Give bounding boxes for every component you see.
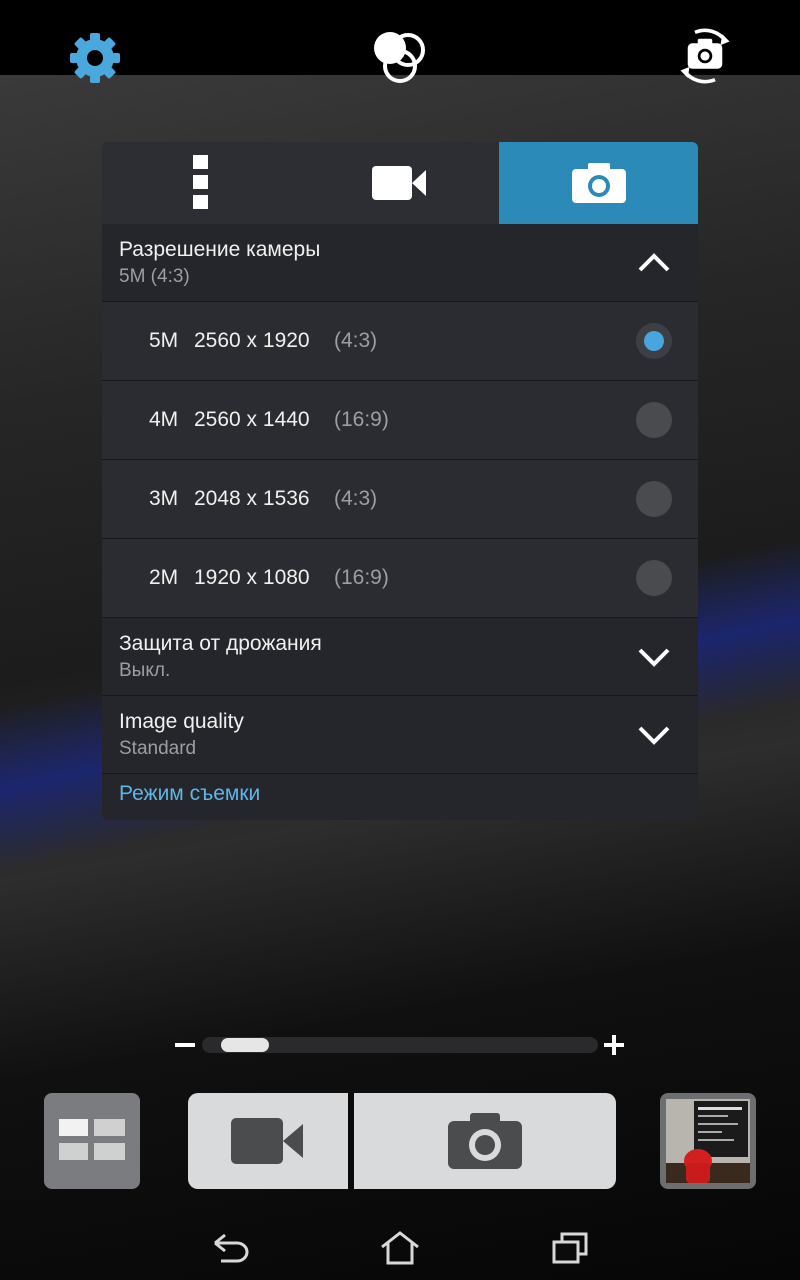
option-dimensions: 2560 x 1920: [194, 329, 310, 352]
radio-unselected[interactable]: [636, 402, 672, 438]
gear-icon[interactable]: [65, 28, 125, 88]
radio-unselected[interactable]: [636, 560, 672, 596]
camera-settings-panel: Разрешение камеры 5M (4:3) 5M 2560 x 192…: [102, 142, 698, 820]
color-effects-icon[interactable]: [370, 28, 430, 88]
option-megapixels: 5M: [149, 329, 179, 352]
option-megapixels: 4M: [149, 408, 179, 431]
stabilization-value: Выкл.: [119, 660, 171, 681]
chevron-down-icon: [638, 648, 670, 667]
resolution-option-3m[interactable]: 3M 2048 x 1536 (4:3): [102, 460, 698, 539]
option-megapixels: 2M: [149, 566, 179, 589]
option-ratio: (4:3): [334, 487, 378, 510]
top-toolbar: [0, 0, 800, 84]
image-quality-title: Image quality: [119, 710, 244, 733]
camera-icon: [571, 163, 626, 203]
recent-apps-icon[interactable]: [548, 1228, 592, 1268]
option-ratio: (16:9): [334, 408, 389, 431]
video-camera-icon: [372, 166, 426, 200]
radio-unselected[interactable]: [636, 481, 672, 517]
record-video-button[interactable]: [188, 1093, 348, 1189]
option-ratio: (16:9): [334, 566, 389, 589]
resolution-option-4m[interactable]: 4M 2560 x 1440 (16:9): [102, 381, 698, 460]
chevron-down-icon: [638, 726, 670, 745]
option-dimensions: 2560 x 1440: [194, 408, 310, 431]
shutter-button[interactable]: [354, 1093, 616, 1189]
resolution-header[interactable]: Разрешение камеры 5M (4:3): [102, 224, 698, 302]
chevron-up-icon: [638, 253, 670, 272]
option-dimensions: 2048 x 1536: [194, 487, 310, 510]
gallery-thumbnail-image: [666, 1099, 750, 1183]
mode-grid-icon: [59, 1119, 125, 1160]
stabilization-title: Защита от дрожания: [119, 632, 322, 655]
zoom-out-icon[interactable]: [175, 1043, 195, 1047]
stabilization-row[interactable]: Защита от дрожания Выкл.: [102, 618, 698, 696]
tab-photo-settings[interactable]: [499, 142, 698, 224]
home-icon[interactable]: [378, 1228, 422, 1268]
gallery-thumbnail[interactable]: [660, 1093, 756, 1189]
zoom-slider-handle[interactable]: [221, 1038, 270, 1052]
capture-controls: [188, 1093, 616, 1189]
switch-camera-icon[interactable]: [675, 26, 735, 86]
option-dimensions: 1920 x 1080: [194, 566, 310, 589]
resolution-title: Разрешение камеры: [119, 238, 321, 261]
radio-selected[interactable]: [636, 323, 672, 359]
shutter-camera-icon: [448, 1113, 522, 1169]
more-vertical-icon: [193, 155, 209, 209]
resolution-option-5m[interactable]: 5M 2560 x 1920 (4:3): [102, 302, 698, 381]
shooting-mode-section[interactable]: Режим съемки: [119, 782, 260, 806]
resolution-option-2m[interactable]: 2M 1920 x 1080 (16:9): [102, 539, 698, 618]
image-quality-row[interactable]: Image quality Standard: [102, 696, 698, 774]
option-ratio: (4:3): [334, 329, 378, 352]
settings-tabs: [102, 142, 698, 224]
camera-mode-button[interactable]: [44, 1093, 140, 1189]
system-navigation-bar: [0, 1210, 800, 1280]
zoom-in-icon[interactable]: [612, 1035, 616, 1055]
tab-general[interactable]: [102, 142, 301, 224]
video-record-icon: [231, 1118, 303, 1164]
option-megapixels: 3M: [149, 487, 179, 510]
back-icon[interactable]: [208, 1228, 252, 1268]
tab-video-settings[interactable]: [301, 142, 500, 224]
resolution-value: 5M (4:3): [119, 266, 190, 287]
image-quality-value: Standard: [119, 738, 197, 759]
